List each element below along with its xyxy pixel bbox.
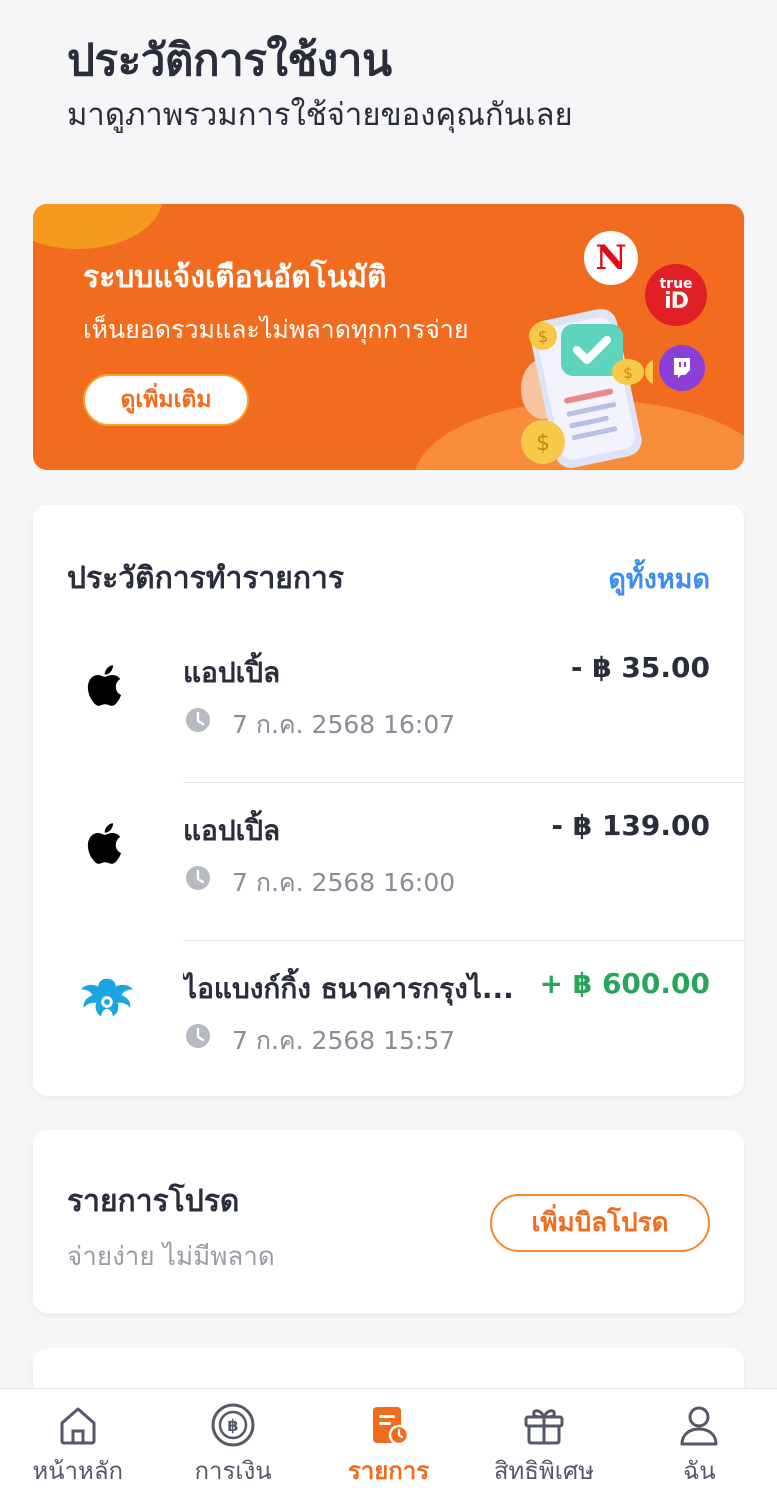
clock-icon [186,708,210,732]
merchant-name: แอปเปิ้ล [183,656,281,689]
bottom-navigation: หน้าหลัก ฿ การเงิน รายการ สิทธิพิเศษ ฉัน [0,1388,777,1500]
history-title: ประวัติการทำรายการ [67,561,345,596]
nav-item-privileges[interactable]: สิทธิพิเศษ [466,1389,621,1500]
trueid-logo: true iD [645,264,707,326]
svg-text:$: $ [536,431,550,456]
svg-text:$: $ [538,327,548,346]
apple-icon [77,813,137,873]
see-all-link[interactable]: ดูทั้งหมด [608,557,710,600]
nav-label: รายการ [347,1457,430,1485]
trueid-logo-bottom: iD [664,289,689,314]
svg-text:฿: ฿ [228,1416,239,1435]
transaction-datetime: 7 ก.ค. 2568 16:07 [232,710,456,739]
bills-title: รายการโปรด [67,1184,240,1219]
baht-coin-icon: ฿ [211,1403,255,1447]
apple-icon [77,655,137,715]
home-icon [60,1407,96,1445]
profile-icon [680,1406,718,1446]
nav-label: ฉัน [682,1457,716,1485]
nav-label: การเงิน [194,1457,272,1485]
page-subtitle: มาดูภาพรวมการใช้จ่ายของคุณกันเลย [67,97,573,133]
favorite-bills-card: รายการโปรด จ่ายง่าย ไม่มีพลาด เพิ่มบิลโป… [33,1130,744,1313]
krungthai-bank-icon [77,971,137,1031]
svg-text:$: $ [623,364,633,382]
merchant-name: แอปเปิ้ล [183,814,281,847]
bills-subtitle: จ่ายง่าย ไม่มีพลาด [67,1242,275,1272]
add-favorite-bill-button[interactable]: เพิ่มบิลโปรด [490,1194,710,1252]
clock-icon [186,866,210,890]
nav-item-finance[interactable]: ฿ การเงิน [155,1389,310,1500]
merchant-name: ไอแบงก์กิ้ง ธนาคารกรุงไ... [183,972,514,1005]
transaction-amount: - ฿ 35.00 [570,651,710,684]
transaction-amount: + ฿ 600.00 [539,967,711,1000]
netflix-logo: N [584,231,638,285]
transaction-datetime: 7 ก.ค. 2568 16:00 [232,868,456,897]
nav-item-profile[interactable]: ฉัน [622,1389,777,1500]
nav-item-home[interactable]: หน้าหลัก [0,1389,155,1500]
nav-item-transactions[interactable]: รายการ [311,1389,466,1500]
clock-icon [186,1024,210,1048]
twitch-icon [674,358,690,378]
twitch-logo [659,345,705,391]
banner-decoration [33,204,163,249]
page-title: ประวัติการใช้งาน [67,35,392,86]
notification-promo-banner[interactable]: ระบบแจ้งเตือนอัตโนมัติ เห็นยอดรวมและไม่พ… [33,204,744,470]
transaction-row[interactable]: แอปเปิ้ล - ฿ 35.00 7 ก.ค. 2568 16:07 [33,625,744,783]
transaction-row[interactable]: ไอแบงก์กิ้ง ธนาคารกรุงไ... + ฿ 600.00 7 … [33,941,744,1099]
nav-label: สิทธิพิเศษ [493,1457,595,1485]
transaction-datetime: 7 ก.ค. 2568 15:57 [232,1026,456,1055]
banner-title: ระบบแจ้งเตือนอัตโนมัติ [83,260,387,295]
gift-icon [524,1409,564,1445]
transaction-amount: - ฿ 139.00 [551,809,710,842]
see-more-button[interactable]: ดูเพิ่มเติม [83,374,249,426]
page-header: ประวัติการใช้งาน มาดูภาพรวมการใช้จ่ายของ… [67,32,573,136]
transaction-history-card: ประวัติการทำรายการ ดูทั้งหมด แอปเปิ้ล - … [33,505,744,1096]
receipt-icon [372,1407,409,1446]
banner-text: เห็นยอดรวมและไม่พลาดทุกการจ่าย [83,315,469,344]
coin-icon: $ [612,359,644,385]
nav-label: หน้าหลัก [32,1457,124,1485]
transaction-row[interactable]: แอปเปิ้ล - ฿ 139.00 7 ก.ค. 2568 16:00 [33,783,744,941]
